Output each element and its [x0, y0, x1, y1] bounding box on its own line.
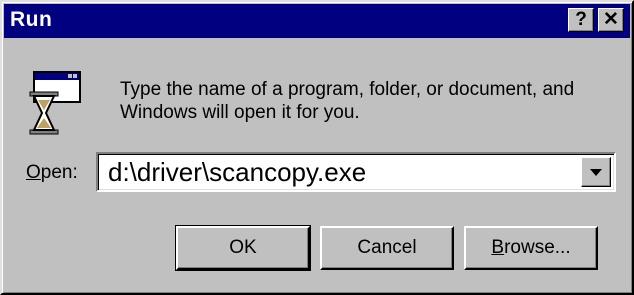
instructions-line-2: Windows will open it for you.	[120, 102, 360, 123]
close-icon: ✕	[603, 9, 619, 30]
ok-button[interactable]: OK	[175, 225, 311, 271]
instructions-line-1: Type the name of a program, folder, or d…	[120, 79, 575, 100]
open-label-text: pen:	[40, 162, 78, 183]
instructions-text: Type the name of a program, folder, or d…	[120, 78, 620, 124]
browse-button[interactable]: Browse...	[464, 226, 598, 270]
browse-accelerator: B	[491, 237, 505, 258]
open-label: Open:	[26, 162, 78, 184]
open-label-accelerator: O	[26, 162, 41, 183]
window-title: Run	[10, 8, 53, 31]
run-dialog: Run ? ✕ Type the name of a program, fold…	[0, 0, 634, 295]
cancel-button[interactable]: Cancel	[320, 226, 454, 270]
title-bar[interactable]: Run ? ✕	[4, 4, 630, 38]
chevron-down-icon	[590, 169, 602, 176]
help-icon: ?	[575, 9, 587, 30]
close-button[interactable]: ✕	[598, 8, 624, 32]
open-input[interactable]: d:\driver\scancopy.exe	[108, 157, 366, 188]
help-button[interactable]: ?	[568, 8, 594, 32]
open-combobox[interactable]: d:\driver\scancopy.exe	[96, 152, 616, 192]
run-program-icon	[29, 71, 81, 135]
dropdown-button[interactable]	[581, 157, 611, 187]
browse-label: rowse...	[504, 237, 571, 258]
